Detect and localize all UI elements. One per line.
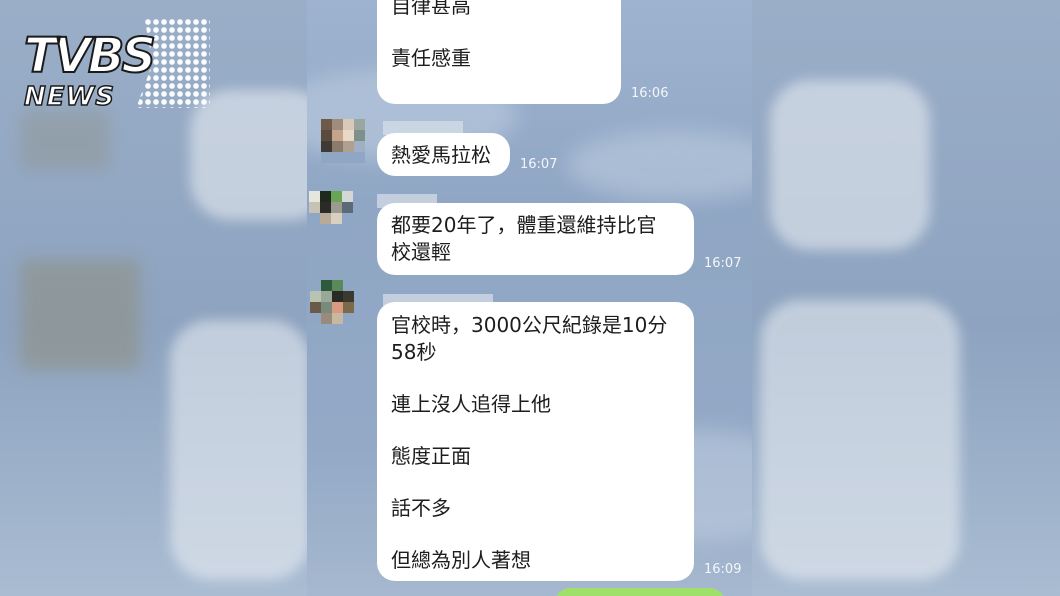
message-line: 態度正面 — [391, 444, 471, 468]
message-line: 自律甚高 — [391, 0, 471, 18]
logo-brand: TVBS — [23, 28, 157, 84]
message-line: 責任感重 — [391, 46, 471, 70]
message-time: 16:07 — [704, 256, 742, 271]
message-time: 16:07 — [520, 157, 558, 172]
message-gap — [391, 470, 680, 495]
message-line: 話不多 — [391, 496, 451, 520]
tvbs-news-logo: TVBS NEWS — [18, 18, 210, 118]
message-line: 連上沒人追得上他 — [391, 392, 551, 416]
message-gap — [391, 418, 680, 443]
message-gap — [391, 522, 680, 547]
message-bubble[interactable]: 都要20年了，體重還維持比官 校還輕 — [377, 203, 694, 275]
message-line: 官校時，3000公尺紀錄是10分 — [391, 313, 668, 337]
message-line: 都要20年了，體重還維持比官 — [391, 213, 657, 237]
blurred-bubble — [770, 80, 930, 250]
chat-screenshot: 自律甚高 責任感重 16:06 熱愛馬拉松 16:07 都要20年了，體重還維持… — [307, 0, 752, 596]
blurred-avatar — [20, 260, 140, 370]
avatar[interactable] — [310, 280, 354, 324]
blurred-avatar — [20, 110, 110, 170]
message-gap — [391, 366, 680, 391]
blurred-bubble — [170, 320, 310, 580]
message-line: 但總為別人著想 — [391, 548, 531, 572]
message-line: 校還輕 — [391, 240, 451, 264]
blurred-bubble — [760, 300, 960, 580]
message-bubble[interactable]: 官校時，3000公尺紀錄是10分 58秒 連上沒人追得上他 態度正面 話不多 但… — [377, 302, 694, 581]
message-time: 16:09 — [704, 562, 742, 577]
cloud — [567, 130, 752, 200]
sent-message-bubble[interactable] — [555, 588, 725, 596]
message-bubble[interactable]: 自律甚高 責任感重 — [377, 0, 621, 104]
avatar[interactable] — [321, 119, 365, 163]
logo-sub: NEWS — [23, 82, 115, 112]
message-line: 熱愛馬拉松 — [391, 143, 491, 167]
avatar[interactable] — [309, 191, 353, 235]
message-bubble[interactable]: 熱愛馬拉松 — [377, 133, 510, 176]
message-time: 16:06 — [631, 86, 669, 101]
message-gap — [391, 20, 607, 45]
message-line: 58秒 — [391, 340, 437, 364]
